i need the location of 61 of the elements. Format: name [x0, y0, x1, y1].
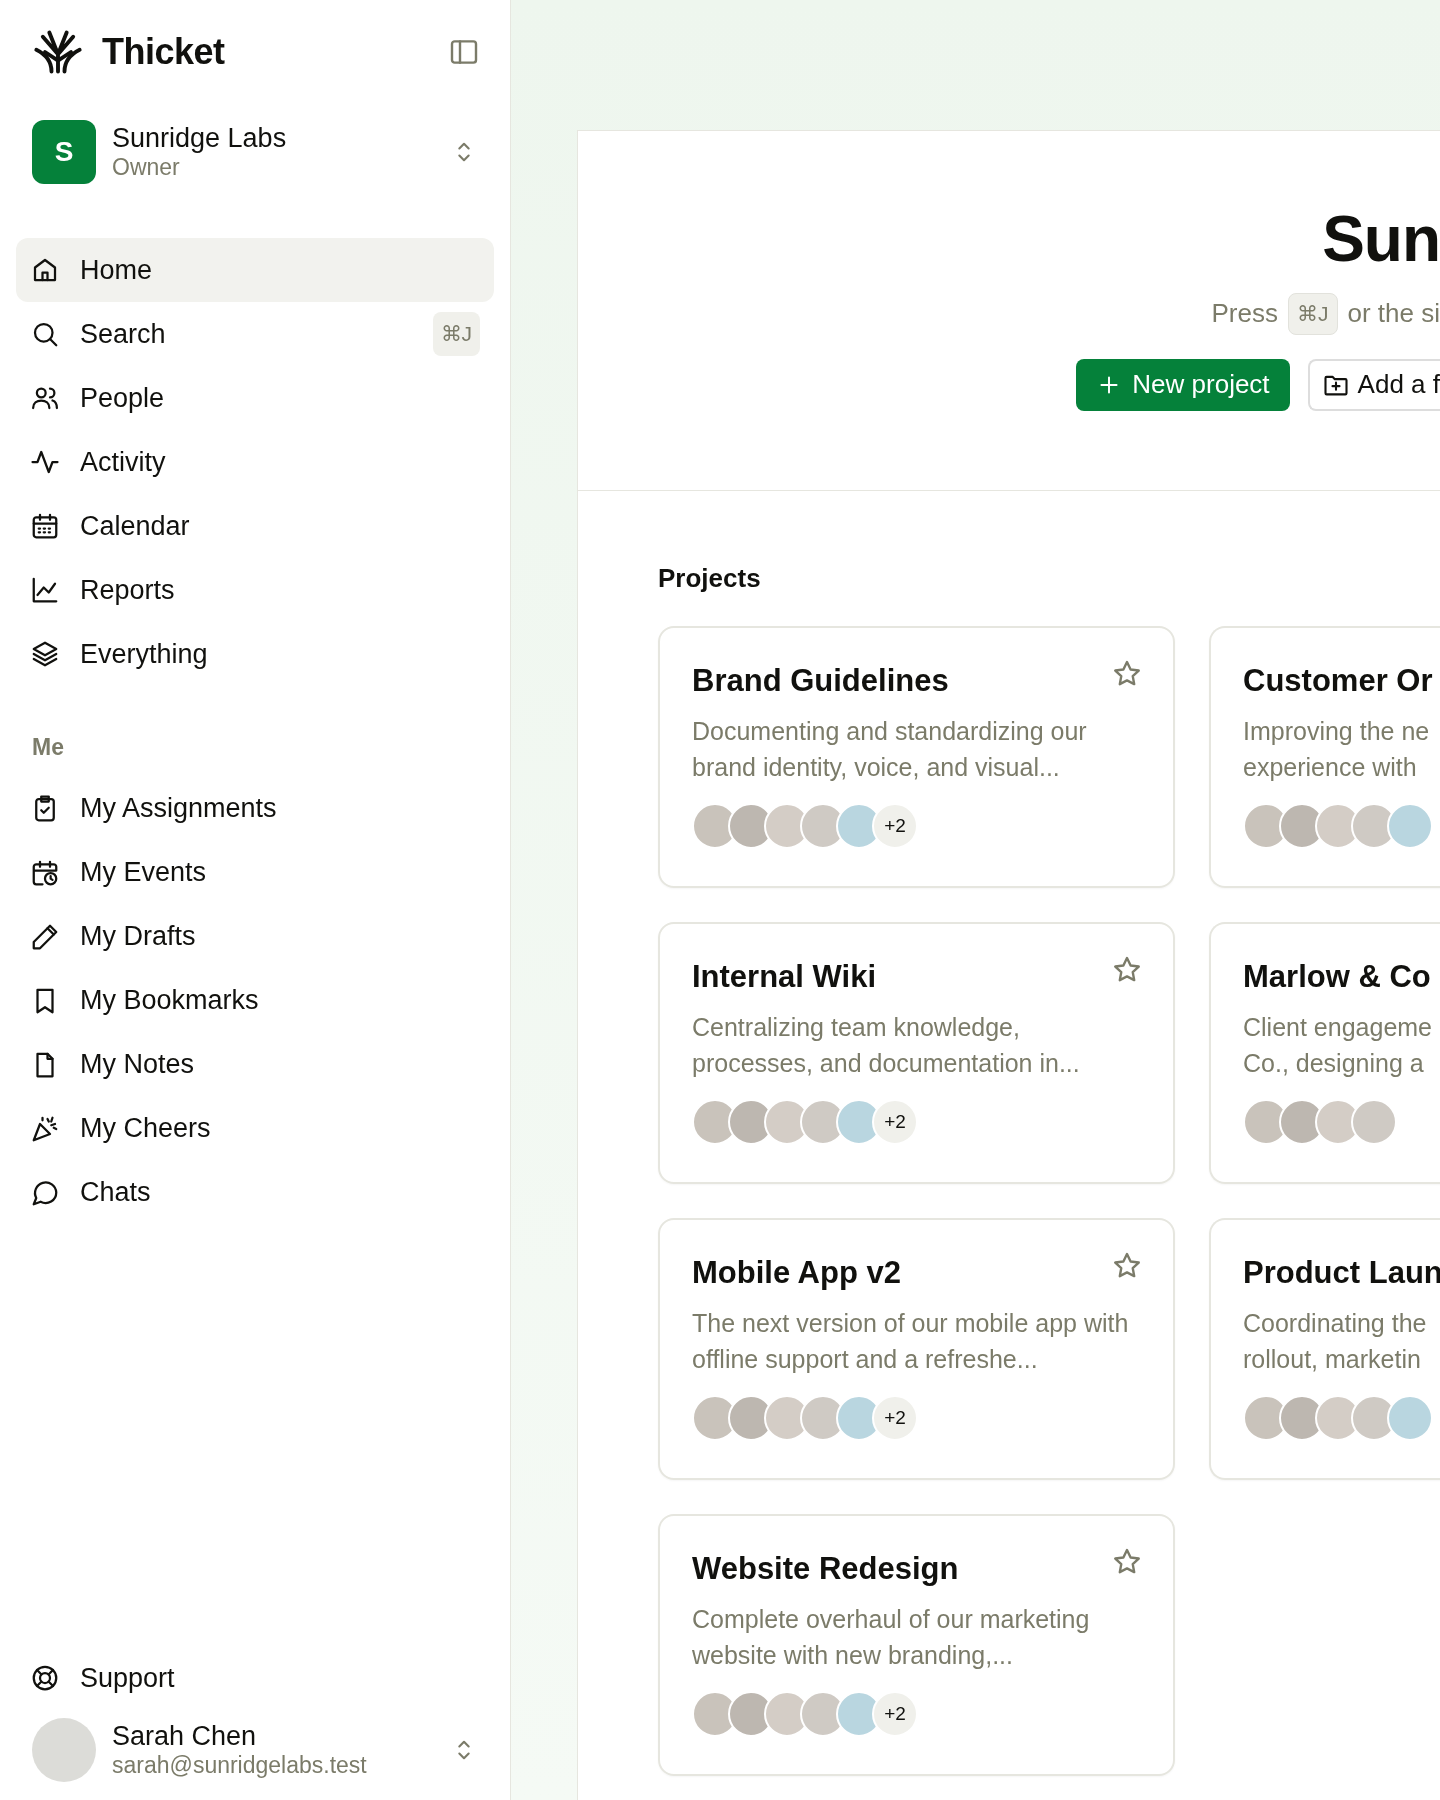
project-card[interactable]: Marlow & Co Client engageme Co., designing a	[1209, 922, 1440, 1184]
nav-item[interactable]: My Cheers	[16, 1096, 494, 1161]
shortcut-key: ⌘J	[432, 312, 480, 356]
hint-text: Press	[1211, 297, 1278, 331]
section-heading: Projects	[658, 562, 762, 595]
workspace-switcher[interactable]: S Sunridge Labs Owner	[16, 120, 494, 184]
nav-item[interactable]: My Bookmarks	[16, 968, 494, 1033]
project-card[interactable]: Brand Guidelines Documenting and standardizing our brand identity, voice, and visual... +2	[658, 626, 1175, 888]
project-card[interactable]: Product Laun Coordinating the rollout, marketin	[1209, 1218, 1440, 1480]
hint-text: or the si	[1347, 297, 1440, 331]
nav-item[interactable]: Activity	[16, 430, 494, 494]
project-card[interactable]: Internal Wiki Centralizing team knowledge, processes, and documentation in... +2	[658, 922, 1175, 1184]
user-name: Sarah Chen	[112, 1720, 258, 1753]
nav-item[interactable]: Reports	[16, 558, 494, 622]
nav-item[interactable]: Calendar	[16, 494, 494, 558]
card-title: Brand Guidelines	[692, 662, 949, 700]
nav-item[interactable]: Chats	[16, 1160, 494, 1225]
card-title: Website Redesign	[692, 1550, 959, 1588]
card-title: Internal Wiki	[692, 958, 877, 996]
member-count: +2	[872, 1691, 918, 1737]
member-count: +2	[872, 1395, 918, 1441]
nav-item[interactable]: My Assignments	[16, 776, 494, 841]
lifebuoy-icon	[30, 1663, 60, 1693]
calendar-icon	[30, 511, 60, 541]
card-description: The next version of our mobile app with offline support and a refreshe...	[692, 1307, 1130, 1375]
nav-item[interactable]: Home	[16, 238, 494, 302]
user-menu[interactable]: Sarah Chen sarah@sunridgelabs.test	[16, 1718, 494, 1782]
project-card[interactable]: Mobile App v2 The next version of our mobile app with offline support and a refreshe... +2	[658, 1218, 1175, 1480]
nav-item[interactable]: My Notes	[16, 1032, 494, 1097]
workspace-initial: S	[32, 120, 96, 184]
card-description: Client engageme Co., designing a	[1243, 1011, 1433, 1079]
app-name: Thicket	[102, 30, 225, 74]
card-title: Marlow & Co	[1243, 958, 1431, 996]
card-description: Improving the ne experience with	[1243, 715, 1431, 783]
card-description: Documenting and standardizing our brand identity, voice, and visual...	[692, 715, 1088, 783]
add-folder-button[interactable]: Add a f	[1307, 358, 1440, 411]
card-description: Coordinating the rollout, marketin	[1243, 1307, 1428, 1375]
line-chart-icon	[30, 575, 60, 605]
member-count: +2	[872, 1099, 918, 1145]
user-email: sarah@sunridgelabs.test	[112, 1752, 367, 1780]
support-link[interactable]: Support	[16, 1646, 494, 1710]
project-card[interactable]: Customer Or Improving the ne experience with	[1209, 626, 1440, 888]
card-title: Product Laun	[1243, 1254, 1440, 1292]
card-title: Customer Or	[1243, 662, 1433, 700]
section-heading: Me	[32, 733, 65, 762]
member-count: +2	[872, 803, 918, 849]
nav-item[interactable]: People	[16, 366, 494, 430]
nav-item[interactable]: Everything	[16, 622, 494, 686]
card-description: Complete overhaul of our marketing website with new branding,...	[692, 1603, 1091, 1671]
new-project-button[interactable]: New project	[1076, 358, 1290, 411]
shortcut-key: ⌘J	[1288, 293, 1338, 335]
card-description: Centralizing team knowledge, processes, and documentation in...	[692, 1011, 1081, 1079]
layers-icon	[30, 639, 60, 669]
workspace-role: Owner	[112, 154, 181, 182]
card-title: Mobile App v2	[692, 1254, 901, 1292]
nav-item[interactable]: My Drafts	[16, 904, 494, 969]
workspace-name: Sunridge Labs	[112, 122, 287, 155]
page-title: Sun	[1322, 207, 1440, 271]
project-card[interactable]: Website Redesign Complete overhaul of our marketing website with new branding,... +2	[658, 1514, 1175, 1776]
nav-item[interactable]: My Events	[16, 840, 494, 905]
nav-item[interactable]: Search ⌘J	[16, 302, 494, 366]
